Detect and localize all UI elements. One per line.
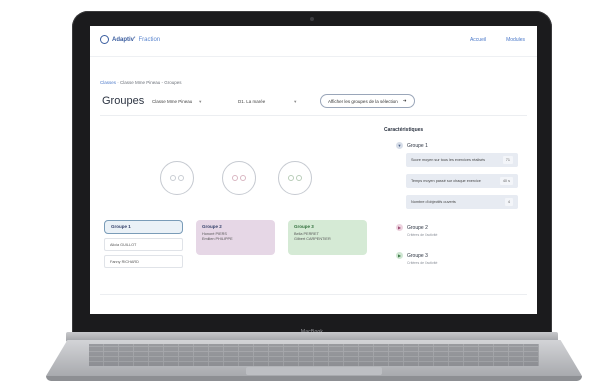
group-bubble-1[interactable] (160, 161, 194, 195)
member-dot-icon (170, 175, 176, 181)
breadcrumb-current: Classe Mme Pineau - Groupes (120, 80, 182, 85)
criterion-label: Score moyen sur tous les exercices réali… (411, 158, 486, 162)
group-card-2[interactable]: Groupe 2 Honoré PIERS Emilien PHILIPPE (196, 220, 275, 255)
group-column-2: Groupe 2 Honoré PIERS Emilien PHILIPPE (196, 220, 275, 255)
group-column-3: Groupe 3 Bella PERRET Gilbert CARPENTIER (288, 220, 367, 255)
group-name: Groupe 2 (202, 224, 222, 229)
criterion-row: Nombre d'objectifs ouverts 4 (406, 195, 518, 209)
breadcrumb: Classes · Classe Mme Pineau - Groupes (100, 80, 182, 85)
characteristics-group-1[interactable]: ▼ Groupe 1 (396, 142, 428, 149)
chevron-down-icon: ▼ (396, 142, 403, 149)
chevron-right-icon: ▶ (396, 224, 403, 231)
chevron-right-icon: ▶ (396, 252, 403, 259)
show-groups-label: Afficher les groupes de la sélection (328, 98, 398, 104)
group-name: Groupe 2 (407, 224, 428, 231)
nav-modules[interactable]: Modules (506, 37, 525, 43)
class-select[interactable]: Classe Mme Pineau ▼ (152, 96, 202, 106)
show-groups-button[interactable]: Afficher les groupes de la sélection ➜ (320, 94, 415, 108)
header-divider (100, 115, 527, 116)
group-subtitle: Critères de l'activité (407, 261, 438, 265)
arrow-right-icon: ➜ (402, 98, 407, 103)
criterion-label: Nombre d'objectifs ouverts (411, 200, 456, 204)
footer-divider (100, 294, 527, 295)
characteristics-group-2[interactable]: ▶ Groupe 2 (396, 224, 428, 231)
group-card-1[interactable]: Groupe 1 (104, 220, 183, 234)
group-name: Groupe 3 (294, 224, 314, 229)
student-card[interactable]: Fanny RICHARD (104, 255, 183, 268)
trackpad (246, 367, 382, 375)
group-card-3[interactable]: Groupe 3 Bella PERRET Gilbert CARPENTIER (288, 220, 367, 255)
student-card[interactable]: Alicia GUILLOT (104, 238, 183, 251)
criterion-value: 4 (504, 198, 513, 206)
page-title: Groupes (102, 95, 145, 107)
activity-select-value: D1. La marée (238, 98, 266, 104)
group-name: Groupe 3 (407, 252, 428, 259)
nav-home[interactable]: Accueil (470, 37, 486, 43)
keyboard (88, 344, 540, 366)
member-dot-icon (232, 175, 238, 181)
criterion-row: Temps moyen passé sur chaque exercice 40… (406, 174, 518, 188)
group-member: Gilbert CARPENTIER (294, 237, 331, 241)
criterion-label: Temps moyen passé sur chaque exercice (411, 179, 481, 183)
member-dot-icon (240, 175, 246, 181)
chevron-down-icon: ▼ (293, 98, 298, 104)
member-dot-icon (178, 175, 184, 181)
group-subtitle: Critères de l'activité (407, 233, 438, 237)
characteristics-group-3[interactable]: ▶ Groupe 3 (396, 252, 428, 259)
laptop-keyboard-deck (46, 340, 582, 376)
app-screen: Adaptiv' Fraction Accueil Modules Classes… (90, 26, 537, 314)
camera-icon (310, 17, 314, 21)
logo-accent: Fraction (138, 36, 161, 43)
characteristics-title: Caractéristiques (384, 127, 424, 133)
app-logo[interactable]: Adaptiv' Fraction (100, 35, 160, 44)
group-name: Groupe 1 (407, 142, 428, 149)
group-column-1: Groupe 1 Alicia GUILLOT Fanny RICHARD (104, 220, 183, 268)
laptop-base-edge (46, 376, 582, 381)
logo-text: Adaptiv' (112, 36, 136, 43)
breadcrumb-root[interactable]: Classes (100, 80, 116, 85)
main-nav: Accueil Modules (470, 37, 525, 43)
member-dot-icon (296, 175, 302, 181)
group-member: Emilien PHILIPPE (202, 237, 233, 241)
criterion-row: Score moyen sur tous les exercices réali… (406, 153, 518, 167)
logo-icon (100, 35, 109, 44)
group-bubble-3[interactable] (278, 161, 312, 195)
top-bar: Adaptiv' Fraction Accueil Modules (90, 26, 537, 57)
criterion-value: 40 s (499, 177, 513, 185)
group-bubble-2[interactable] (222, 161, 256, 195)
member-dot-icon (288, 175, 294, 181)
activity-select[interactable]: D1. La marée ▼ (238, 96, 297, 106)
chevron-down-icon: ▼ (198, 98, 203, 104)
criterion-value: 71 (502, 156, 513, 164)
class-select-value: Classe Mme Pineau (152, 98, 193, 104)
group-name: Groupe 1 (111, 224, 131, 229)
